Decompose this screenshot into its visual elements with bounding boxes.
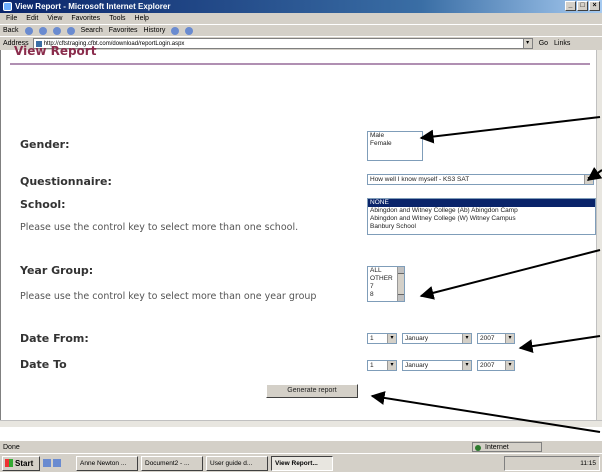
date-from-label: Date From: xyxy=(20,332,89,345)
school-hint: Please use the control key to select mor… xyxy=(20,222,299,233)
gender-listbox[interactable]: Male Female xyxy=(367,131,423,161)
year-group-listbox[interactable]: ALL OTHER 7 8 xyxy=(367,266,405,302)
school-option-none[interactable]: NONE xyxy=(368,199,595,207)
maximize-icon[interactable]: □ xyxy=(577,1,588,11)
gender-option-male[interactable]: Male xyxy=(368,132,422,140)
title-bar: View Report - Microsoft Internet Explore… xyxy=(0,0,602,13)
gender-option-female[interactable]: Female xyxy=(368,140,422,148)
ie-icon xyxy=(3,2,12,11)
chevron-down-icon[interactable]: ▾ xyxy=(462,361,471,370)
title-divider xyxy=(10,63,590,65)
menu-tools[interactable]: Tools xyxy=(109,15,125,22)
windows-logo-icon xyxy=(5,459,13,467)
chevron-down-icon[interactable]: ▾ xyxy=(505,334,514,343)
date-from-year-value: 2007 xyxy=(480,335,495,342)
year-group-hint: Please use the control key to select mor… xyxy=(20,291,317,302)
links-button[interactable]: Links xyxy=(554,40,570,47)
window-controls: _ □ × xyxy=(565,1,600,11)
date-from-month-select[interactable]: January ▾ xyxy=(402,333,472,344)
date-from-day-select[interactable]: 1 ▾ xyxy=(367,333,397,344)
school-listbox[interactable]: NONE Abingdon and Witney College (Ab) Ab… xyxy=(367,198,596,235)
forward-icon[interactable] xyxy=(24,26,33,35)
print-icon[interactable] xyxy=(185,26,194,35)
favorites-button[interactable]: Favorites xyxy=(109,27,138,34)
start-label: Start xyxy=(15,458,34,468)
gender-label: Gender: xyxy=(20,138,70,151)
back-button[interactable]: Back xyxy=(3,27,19,34)
school-option-banbury[interactable]: Banbury School xyxy=(368,223,595,231)
mail-icon[interactable] xyxy=(171,26,180,35)
menu-edit[interactable]: Edit xyxy=(26,15,38,22)
date-to-month-select[interactable]: January ▾ xyxy=(402,360,472,371)
taskbar: Start Anne Newton ... Document2 - ... Us… xyxy=(0,453,602,472)
school-label: School: xyxy=(20,198,66,211)
stop-icon[interactable] xyxy=(38,26,47,35)
date-to-day-value: 1 xyxy=(370,362,374,369)
year-group-scrollbar[interactable] xyxy=(397,267,404,301)
refresh-icon[interactable] xyxy=(52,26,61,35)
chevron-down-icon[interactable]: ▾ xyxy=(387,361,396,370)
system-tray: 11:15 xyxy=(504,456,600,471)
status-text: Done xyxy=(3,443,20,451)
school-option-witney[interactable]: Abingdon and Witney College (W) Witney C… xyxy=(368,215,595,223)
menu-help[interactable]: Help xyxy=(135,15,149,22)
chevron-down-icon[interactable]: ▾ xyxy=(505,361,514,370)
school-option-abingdon[interactable]: Abingdon and Witney College (Ab) Abingdo… xyxy=(368,207,595,215)
browser-window: View Report - Microsoft Internet Explore… xyxy=(0,0,602,472)
address-input[interactable]: http://cftstraging.cfbt.com/download/rep… xyxy=(32,38,533,49)
history-button[interactable]: History xyxy=(144,27,166,34)
chevron-down-icon[interactable]: ▾ xyxy=(462,334,471,343)
date-from-month-value: January xyxy=(405,335,429,342)
home-icon[interactable] xyxy=(66,26,75,35)
clock: 11:15 xyxy=(580,460,596,467)
close-icon[interactable]: × xyxy=(589,1,600,11)
task-view-report[interactable]: View Report... xyxy=(271,455,333,471)
page-title: View Report xyxy=(14,44,97,58)
ie-quicklaunch-icon[interactable] xyxy=(53,459,61,467)
address-dropdown-icon[interactable]: ▾ xyxy=(522,39,532,48)
window-title: View Report - Microsoft Internet Explore… xyxy=(15,2,171,11)
menu-favorites[interactable]: Favorites xyxy=(71,15,100,22)
toolbar: Back Search Favorites History xyxy=(0,24,602,36)
date-to-year-value: 2007 xyxy=(480,362,495,369)
date-to-year-select[interactable]: 2007 ▾ xyxy=(477,360,515,371)
minimize-icon[interactable]: _ xyxy=(565,1,576,11)
status-bar: Done Internet xyxy=(0,440,602,453)
menu-view[interactable]: View xyxy=(47,15,62,22)
task-document2[interactable]: Document2 - ... xyxy=(141,455,203,471)
date-to-month-value: January xyxy=(405,362,429,369)
quick-launch xyxy=(43,459,73,467)
date-from-year-select[interactable]: 2007 ▾ xyxy=(477,333,515,344)
task-outlook[interactable]: Anne Newton ... xyxy=(76,455,138,471)
date-to-label: Date To xyxy=(20,358,67,371)
desktop-icon[interactable] xyxy=(43,459,51,467)
chevron-down-icon[interactable]: ▾ xyxy=(387,334,396,343)
vertical-scrollbar[interactable] xyxy=(596,50,602,420)
date-from-day-value: 1 xyxy=(370,335,374,342)
task-user-guide[interactable]: User guide d... xyxy=(206,455,268,471)
search-button[interactable]: Search xyxy=(81,27,103,34)
menu-bar: File Edit View Favorites Tools Help xyxy=(0,13,602,24)
date-to-day-select[interactable]: 1 ▾ xyxy=(367,360,397,371)
status-zone: Internet xyxy=(472,442,542,452)
go-button[interactable]: Go xyxy=(539,40,548,47)
generate-report-button[interactable]: Generate report xyxy=(266,384,358,398)
chevron-down-icon[interactable]: ▾ xyxy=(584,175,593,184)
questionnaire-label: Questionnaire: xyxy=(20,175,112,188)
questionnaire-select[interactable]: How well I know myself - KS3 SAT ▾ xyxy=(367,174,594,185)
year-group-label: Year Group: xyxy=(20,264,94,277)
questionnaire-value: How well I know myself - KS3 SAT xyxy=(370,176,470,183)
start-button[interactable]: Start xyxy=(2,455,40,471)
menu-file[interactable]: File xyxy=(6,15,17,22)
horizontal-scrollbar[interactable] xyxy=(0,420,602,427)
